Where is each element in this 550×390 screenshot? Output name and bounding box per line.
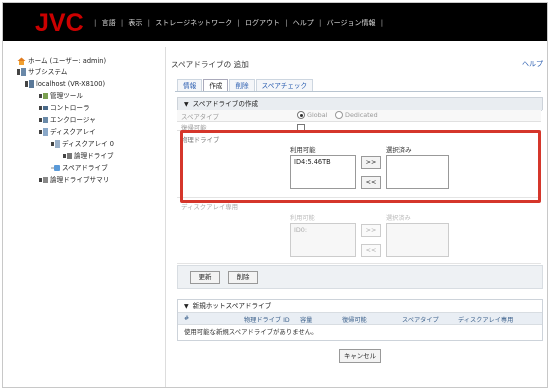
disk-array-only-label: ディスクアレイ専用: [181, 203, 239, 211]
spare-type-label: スペアタイプ: [181, 113, 219, 121]
tree-item-enclosure[interactable]: エンクロージャ: [39, 114, 96, 126]
tree-item-logical-drive[interactable]: 論理ドライブ: [63, 150, 114, 162]
logical-drive-icon: [63, 153, 72, 159]
tree-item-localhost[interactable]: localhost (VR-X8100): [25, 78, 105, 90]
da-remove-button[interactable]: <<: [361, 244, 381, 257]
update-button[interactable]: 更新: [190, 271, 220, 284]
home-icon: [17, 57, 26, 65]
top-nav: | 言語 | 表示 | ストレージネットワーク | ログアウト | ヘルプ | …: [94, 19, 384, 27]
top-bar: JVC | 言語 | 表示 | ストレージネットワーク | ログアウト | ヘル…: [3, 3, 547, 41]
radio-dedicated[interactable]: Dedicated: [335, 111, 378, 119]
nav-storage-network[interactable]: ストレージネットワーク: [155, 19, 232, 27]
tool-icon: [39, 93, 48, 99]
col-number: #: [184, 315, 190, 322]
radio-global[interactable]: Global: [297, 111, 327, 119]
server-icon: [25, 80, 34, 88]
tree-item-subsystem[interactable]: サブシステム: [17, 66, 67, 78]
main-content: スペアドライブの 追加 ヘルプ 情報 作成 削除 スペアチェック ▼ スペアドライブの作…: [171, 47, 547, 387]
radio-dedicated-dot: [335, 111, 343, 119]
da-available-item[interactable]: ID0:: [291, 224, 355, 236]
disk-icon: [51, 140, 60, 148]
col-spare-type: スペアタイプ: [402, 317, 439, 324]
da-add-button[interactable]: >>: [361, 224, 381, 237]
delete-button[interactable]: 削除: [228, 271, 258, 284]
nav-logout[interactable]: ログアウト: [245, 19, 280, 27]
nav-language[interactable]: 言語: [102, 19, 116, 27]
col-physical-drive-id: 物理ドライブ ID: [244, 317, 290, 324]
tree-item-admin-tools[interactable]: 管理ツール: [39, 90, 83, 102]
tree-item-logical-drive-summary[interactable]: 論理ドライブサマリ: [39, 174, 109, 186]
tab-underline: [175, 91, 541, 92]
page-title: スペアドライブの 追加: [171, 60, 249, 69]
highlight-frame: [180, 130, 541, 203]
enclosure-icon: [39, 117, 48, 123]
tree-item-disk-array[interactable]: ディスクアレイ: [39, 126, 96, 138]
tab-bar: 情報 作成 削除 スペアチェック: [177, 79, 314, 92]
table-header-row: # 物理ドライブ ID 容量 復帰可能 スペアタイプ ディスクアレイ専用: [178, 313, 542, 325]
jvc-logo: JVC: [35, 9, 84, 35]
svg-text:JVC: JVC: [35, 9, 84, 35]
da-available-label: 利用可能: [290, 215, 315, 222]
create-section: ▼ スペアドライブの作成: [177, 97, 543, 111]
navigation-tree: ホーム (ユーザー: admin) サブシステム localhost (VR-X…: [17, 55, 163, 305]
cancel-button[interactable]: キャンセル: [339, 349, 381, 363]
pane-divider: [165, 47, 166, 387]
radio-global-dot: [297, 111, 305, 119]
controller-icon: [39, 106, 48, 110]
empty-message: 使用可能な新規スペアドライブがありません。: [184, 328, 318, 336]
subsystem-icon: [17, 68, 26, 76]
nav-view[interactable]: 表示: [128, 19, 142, 27]
col-disk-array-only: ディスクアレイ専用: [458, 317, 514, 324]
nav-help[interactable]: ヘルプ: [293, 19, 314, 27]
col-capacity: 容量: [300, 317, 313, 324]
tree-item-controller[interactable]: コントローラ: [39, 102, 90, 114]
tree-item-spare-drive[interactable]: スペアドライブ: [51, 162, 108, 174]
new-hot-spare-header[interactable]: ▼ 新規ホットスペアドライブ: [178, 300, 542, 313]
help-link[interactable]: ヘルプ: [522, 59, 543, 69]
tree-item-disk-array-0[interactable]: ディスクアレイ 0: [51, 138, 114, 150]
da-available-list[interactable]: ID0:: [290, 223, 356, 257]
new-hot-spare-section: ▼ 新規ホットスペアドライブ # 物理ドライブ ID 容量 復帰可能 スペアタイプ…: [177, 299, 543, 341]
disk-array-icon: [39, 128, 48, 136]
summary-icon: [39, 177, 48, 183]
spare-drive-icon: [51, 165, 60, 171]
col-revertible: 復帰可能: [342, 317, 367, 324]
app-window: JVC | 言語 | 表示 | ストレージネットワーク | ログアウト | ヘル…: [2, 2, 548, 388]
da-selected-label: 選択済み: [386, 215, 411, 222]
spare-type-row: スペアタイプ Global Dedicated: [177, 110, 541, 122]
disk-array-only-area: ディスクアレイ専用 利用可能 選択済み ID0: >> <<: [177, 199, 541, 264]
nav-version[interactable]: バージョン情報: [327, 19, 376, 27]
da-selected-list[interactable]: [386, 223, 449, 257]
action-bar: 更新 削除: [177, 265, 543, 289]
